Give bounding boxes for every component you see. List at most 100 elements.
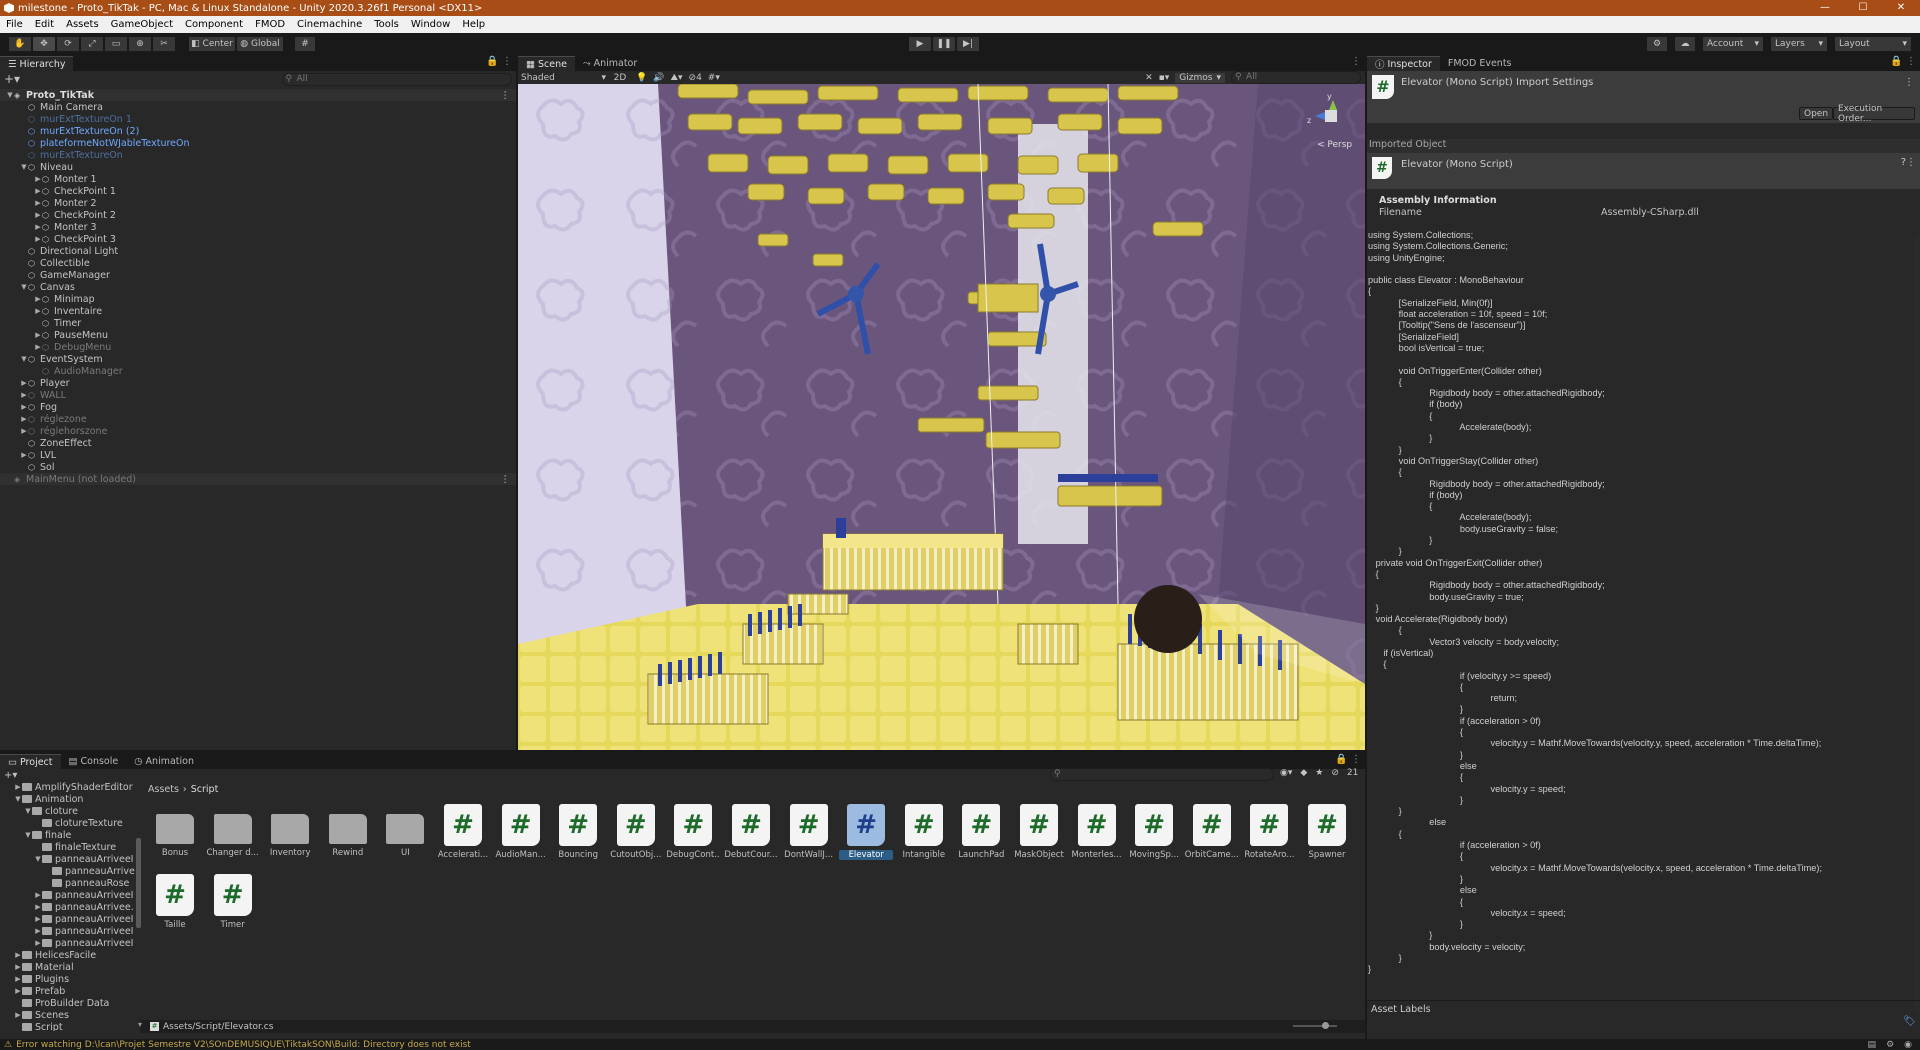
project-folder-item[interactable]: clotureTexture bbox=[0, 817, 140, 829]
layout-dropdown[interactable]: Layout ▾ bbox=[1834, 35, 1912, 52]
step-button[interactable]: ▶| bbox=[956, 35, 980, 52]
project-folder-asset[interactable]: UI bbox=[378, 804, 432, 858]
menu-file[interactable]: File bbox=[0, 19, 29, 30]
grid-snap-icon[interactable]: # bbox=[294, 35, 316, 52]
header-menu-icon[interactable]: ⋮ bbox=[1904, 77, 1914, 88]
expand-arrow-icon[interactable]: ▶ bbox=[14, 975, 22, 983]
project-folder-asset[interactable]: Bonus bbox=[148, 804, 202, 858]
project-script-asset[interactable]: # Accelerati... bbox=[436, 804, 490, 860]
layers-dropdown[interactable]: Layers ▾ bbox=[1770, 35, 1828, 52]
scene-search-input[interactable]: ⚲ All bbox=[1231, 71, 1361, 84]
account-dropdown[interactable]: Account ▾ bbox=[1702, 35, 1764, 52]
project-script-asset[interactable]: # Intangible bbox=[897, 804, 951, 860]
gizmos-dropdown[interactable]: Gizmos ▾ bbox=[1175, 72, 1225, 83]
expand-arrow-icon[interactable]: ▶ bbox=[34, 891, 42, 899]
unloaded-scene-row[interactable]: ◈ MainMenu (not loaded) ⋮ bbox=[0, 473, 516, 485]
space-global-button[interactable]: ◍ Global bbox=[236, 35, 284, 52]
project-folder-item[interactable]: ▶ HelicesFacile bbox=[0, 949, 140, 961]
hierarchy-item[interactable]: ▶ ⬡ Inventaire bbox=[0, 305, 516, 317]
add-icon[interactable]: +▾ bbox=[4, 770, 17, 781]
project-script-asset[interactable]: # Taille bbox=[148, 874, 202, 930]
menu-assets[interactable]: Assets bbox=[60, 19, 105, 30]
menu-help[interactable]: Help bbox=[456, 19, 491, 30]
hierarchy-item[interactable]: ▼ ⬡ EventSystem bbox=[0, 353, 516, 365]
open-button[interactable]: Open bbox=[1799, 107, 1834, 120]
expand-arrow-icon[interactable]: ▼ bbox=[34, 855, 42, 863]
hidden-packages-icon[interactable]: ⊘ bbox=[1331, 768, 1339, 778]
expand-arrow-icon[interactable]: ▶ bbox=[34, 939, 42, 947]
project-script-asset[interactable]: # MaskObject bbox=[1012, 804, 1066, 860]
play-button[interactable]: ▶ bbox=[908, 35, 932, 52]
hierarchy-item[interactable]: ▶ ⬡ Monter 3 bbox=[0, 221, 516, 233]
expand-arrow-icon[interactable]: ▶ bbox=[34, 903, 42, 911]
hand-tool-icon[interactable]: ✋ bbox=[8, 35, 32, 52]
project-script-asset[interactable]: # Timer bbox=[206, 874, 260, 930]
menu-fmod[interactable]: FMOD bbox=[249, 19, 291, 30]
hierarchy-item[interactable]: ⬡ Directional Light bbox=[0, 245, 516, 257]
hierarchy-item[interactable]: ▶ ⬡ réglehorszone bbox=[0, 425, 516, 437]
project-folder-item[interactable]: ▶ panneauArriveeI bbox=[0, 937, 140, 949]
expand-arrow-icon[interactable]: ▼ bbox=[20, 163, 28, 171]
maximize-button[interactable]: ☐ bbox=[1844, 0, 1882, 16]
expand-arrow-icon[interactable]: ▶ bbox=[34, 295, 42, 303]
panel-menu-icon[interactable]: 🔒 ⋮ bbox=[1890, 56, 1916, 67]
scene-viewport[interactable]: y z < Persp bbox=[518, 84, 1365, 750]
audio-icon[interactable]: 🔊 bbox=[653, 73, 664, 83]
project-search-input[interactable]: ⚲ bbox=[1050, 768, 1274, 781]
hierarchy-item[interactable]: ▶ ⬡ PauseMenu bbox=[0, 329, 516, 341]
hierarchy-item[interactable]: ▶ ⬡ LVL bbox=[0, 449, 516, 461]
tab-hierarchy[interactable]: ☰ Hierarchy bbox=[0, 56, 74, 71]
hierarchy-item[interactable]: ▶ ⬡ CheckPoint 2 bbox=[0, 209, 516, 221]
toggle-2d-button[interactable]: 2D bbox=[610, 73, 630, 83]
project-script-asset[interactable]: # DebugCont... bbox=[666, 804, 720, 860]
hierarchy-item[interactable]: ⬡ Timer bbox=[0, 317, 516, 329]
hierarchy-item[interactable]: ▶ ⬡ WALL bbox=[0, 389, 516, 401]
project-folder-item[interactable]: panneauArrive bbox=[0, 865, 140, 877]
expand-arrow-icon[interactable]: ▶ bbox=[34, 187, 42, 195]
status-message[interactable]: Error watching D:\lcan\Projet Semestre V… bbox=[16, 1040, 471, 1050]
project-folder-item[interactable]: ▶ panneauArriveeI bbox=[0, 889, 140, 901]
persp-label[interactable]: < Persp bbox=[1317, 140, 1352, 150]
expand-arrow-icon[interactable]: ▶ bbox=[34, 927, 42, 935]
project-script-asset[interactable]: # Bouncing bbox=[551, 804, 605, 860]
pause-button[interactable]: ❚❚ bbox=[932, 35, 956, 52]
filter-label-icon[interactable]: ◆ bbox=[1300, 768, 1307, 778]
collab-icon[interactable]: ⚙ bbox=[1646, 35, 1668, 52]
expand-arrow-icon[interactable]: ▼ bbox=[14, 795, 22, 803]
filter-type-icon[interactable]: ◉▾ bbox=[1280, 768, 1292, 778]
row-menu-icon[interactable]: ⋮ bbox=[501, 90, 511, 101]
expand-arrow-icon[interactable]: ▶ bbox=[34, 211, 42, 219]
minimize-button[interactable]: — bbox=[1806, 0, 1844, 16]
menu-tools[interactable]: Tools bbox=[368, 19, 405, 30]
hierarchy-item[interactable]: ▶ ⬡ Monter 2 bbox=[0, 197, 516, 209]
expand-arrow-icon[interactable]: ▶ bbox=[34, 915, 42, 923]
cache-icon[interactable]: ▤ bbox=[1868, 1040, 1877, 1050]
project-folder-item[interactable]: ▶ Prefab bbox=[0, 985, 140, 997]
tab-fmod-events[interactable]: FMOD Events bbox=[1440, 56, 1520, 71]
expand-arrow-icon[interactable]: ▶ bbox=[20, 391, 28, 399]
label-tag-icon[interactable]: 🏷 bbox=[1903, 1016, 1916, 1027]
execution-order-button[interactable]: Execution Order... bbox=[1833, 104, 1915, 124]
rotate-tool-icon[interactable]: ⟳ bbox=[56, 35, 80, 52]
tab-scene[interactable]: ▦ Scene bbox=[518, 56, 575, 71]
gizmo-z-arrow-icon[interactable] bbox=[1315, 112, 1325, 120]
shading-dropdown[interactable]: Shaded ▾ bbox=[518, 73, 606, 83]
debug-icon[interactable]: ⚙ bbox=[1886, 1040, 1894, 1050]
expand-arrow-icon[interactable]: ▶ bbox=[20, 427, 28, 435]
close-button[interactable]: ✕ bbox=[1882, 0, 1920, 16]
menu-component[interactable]: Component bbox=[179, 19, 249, 30]
expand-arrow-icon[interactable]: ▶ bbox=[20, 379, 28, 387]
project-folder-item[interactable]: ▼ cloture bbox=[0, 805, 140, 817]
breadcrumb-assets[interactable]: Assets bbox=[148, 784, 179, 795]
project-script-asset[interactable]: # RotateAro... bbox=[1242, 804, 1296, 860]
expand-arrow-icon[interactable]: ▶ bbox=[20, 451, 28, 459]
project-script-asset[interactable]: # MovingSp... bbox=[1127, 804, 1181, 860]
menu-window[interactable]: Window bbox=[405, 19, 456, 30]
custom-tool-icon[interactable]: ✂ bbox=[152, 35, 176, 52]
tree-scrollbar[interactable] bbox=[136, 838, 141, 928]
project-script-asset[interactable]: # OrbitCame... bbox=[1185, 804, 1239, 860]
expand-arrow-icon[interactable]: ▶ bbox=[34, 331, 42, 339]
gizmo-cube-icon[interactable] bbox=[1325, 110, 1337, 122]
expand-arrow-icon[interactable]: ▶ bbox=[14, 987, 22, 995]
expand-arrow-icon[interactable]: ▶ bbox=[14, 963, 22, 971]
